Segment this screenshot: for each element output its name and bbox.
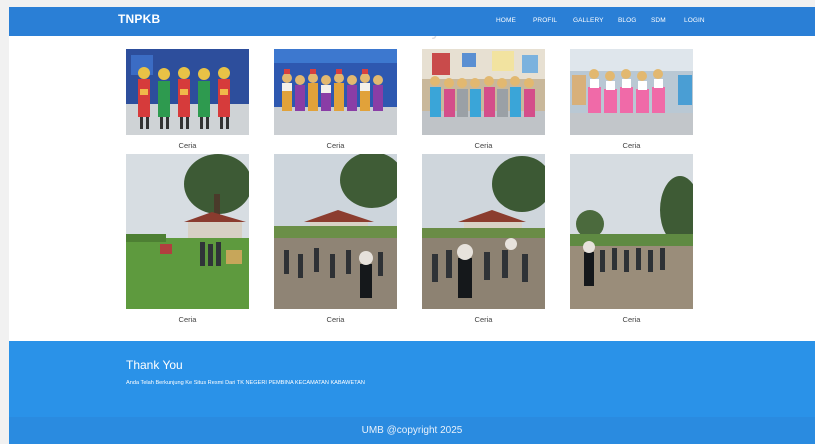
nav-gallery[interactable]: GALLERY bbox=[573, 17, 604, 24]
nav-profil[interactable]: PROFIL bbox=[533, 17, 557, 24]
copyright-bar: UMB @copyright 2025 bbox=[9, 417, 815, 444]
gallery-caption: Ceria bbox=[622, 141, 641, 150]
gallery-caption: Ceria bbox=[474, 315, 493, 324]
nav-blog[interactable]: BLOG bbox=[618, 17, 636, 24]
gallery-caption: Ceria bbox=[178, 315, 197, 324]
footer-title: Thank You bbox=[126, 358, 183, 372]
gallery-photo[interactable] bbox=[422, 154, 545, 309]
gallery-photo[interactable] bbox=[274, 49, 397, 135]
gallery-caption: Ceria bbox=[622, 315, 641, 324]
footer: Thank You Anda Telah Berkunjung Ke Situs… bbox=[9, 341, 815, 444]
nav-home[interactable]: HOME bbox=[496, 17, 516, 24]
navbar: TNPKB HOME PROFIL GALLERY BLOG SDM LOGIN bbox=[9, 7, 815, 36]
gallery-photo[interactable] bbox=[422, 49, 545, 135]
gallery-caption: Ceria bbox=[474, 141, 493, 150]
gallery-photo[interactable] bbox=[570, 49, 693, 135]
footer-text: Anda Telah Berkunjung Ke Situs Resmi Dar… bbox=[126, 380, 365, 386]
gallery-caption: Ceria bbox=[178, 141, 197, 150]
nav-sdm[interactable]: SDM bbox=[651, 17, 666, 24]
copyright-text: UMB @copyright 2025 bbox=[361, 425, 463, 436]
gallery-photo[interactable] bbox=[126, 49, 249, 135]
gallery-caption: Ceria bbox=[326, 141, 345, 150]
nav-links: HOME PROFIL GALLERY BLOG SDM LOGIN bbox=[9, 7, 815, 36]
page: Gallery TNPKB HOME PROFIL GALLERY BLOG S… bbox=[9, 7, 815, 444]
gallery-caption: Ceria bbox=[326, 315, 345, 324]
gallery-photo[interactable] bbox=[126, 154, 249, 309]
gallery-photo[interactable] bbox=[570, 154, 693, 309]
gallery-grid: Ceria Ceria Ceria Ceria Ceria Ceria Ceri… bbox=[9, 7, 815, 337]
nav-login[interactable]: LOGIN bbox=[684, 17, 705, 24]
gallery-photo[interactable] bbox=[274, 154, 397, 309]
